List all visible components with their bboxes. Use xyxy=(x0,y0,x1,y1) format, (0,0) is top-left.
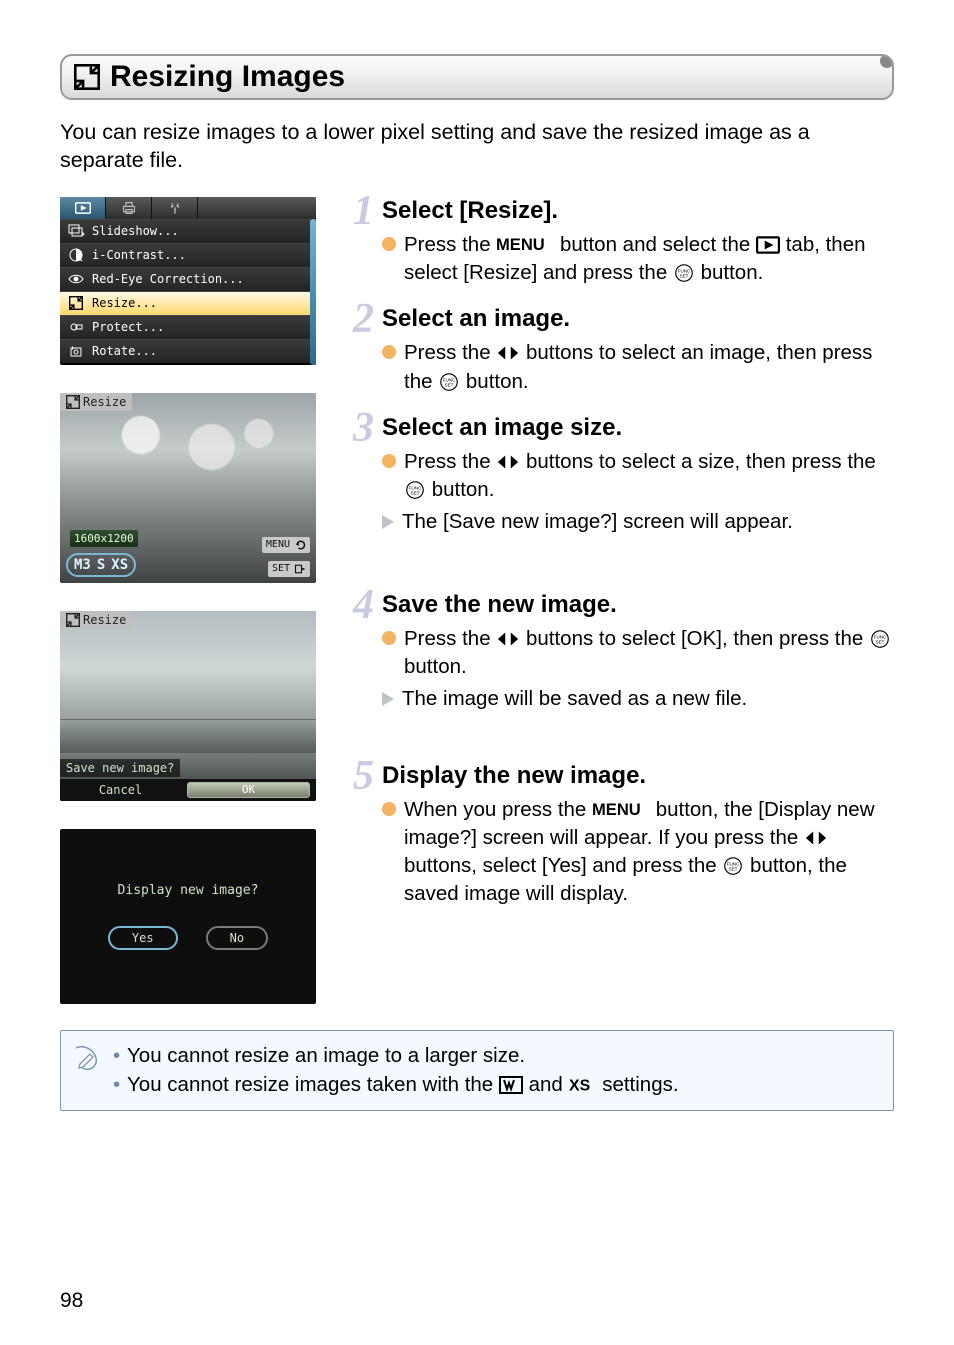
step-3: 3Select an image size.Press the buttons … xyxy=(344,414,894,541)
display-question: Display new image? xyxy=(118,883,259,898)
step-number: 2 xyxy=(344,301,374,396)
result-triangle-icon xyxy=(382,515,394,529)
page-number: 98 xyxy=(60,1289,83,1313)
rotate-icon xyxy=(68,344,84,358)
step-title: Select an image size. xyxy=(382,414,894,442)
decor-dot xyxy=(880,54,894,68)
func-set-icon xyxy=(722,857,744,875)
func-set-icon xyxy=(438,373,460,391)
step-number: 1 xyxy=(344,193,374,288)
tips-box: You cannot resize an image to a larger s… xyxy=(60,1030,894,1111)
menu-item-label: Resize... xyxy=(92,296,157,310)
camera-menu-screenshot: Slideshow... i i-Contrast... Red-Eye Correc… xyxy=(60,197,316,365)
play-tab-glyph xyxy=(756,236,780,254)
step-bullet: The [Save new image?] screen will appear… xyxy=(382,508,894,536)
step-title: Select an image. xyxy=(382,305,894,333)
step-title: Select [Resize]. xyxy=(382,197,894,225)
tools-tab-icon xyxy=(152,197,198,219)
bullet-dot-icon xyxy=(382,631,396,645)
bullet-dot-icon xyxy=(382,345,396,359)
step-number: 3 xyxy=(344,410,374,537)
camera-display-screenshot: Display new image? Yes No xyxy=(60,829,316,1004)
intro-text: You can resize images to a lower pixel s… xyxy=(60,118,894,175)
yes-button-shot: Yes xyxy=(108,926,178,950)
icontrast-icon: i xyxy=(68,248,84,262)
page-title: Resizing Images xyxy=(110,60,345,94)
step-title: Display the new image. xyxy=(382,762,894,790)
redeye-icon xyxy=(68,273,84,285)
menu-item-label: Protect... xyxy=(92,320,164,334)
step-bullet: The image will be saved as a new file. xyxy=(382,685,894,713)
resize-icon xyxy=(68,296,84,310)
camera-save-screenshot: Resize Save new image? Cancel OK xyxy=(60,611,316,801)
print-tab-icon xyxy=(106,197,152,219)
menu-word-icon xyxy=(592,801,650,819)
func-set-icon xyxy=(869,630,891,648)
cancel-label: Cancel xyxy=(60,779,181,801)
menu-item-label: Slideshow... xyxy=(92,224,179,238)
size-options-pill: M3 S XS xyxy=(66,553,136,577)
protect-icon xyxy=(68,320,84,334)
step-number: 5 xyxy=(344,758,374,909)
menu-item-label: Red-Eye Correction... xyxy=(92,272,244,286)
play-tab-icon xyxy=(60,197,106,219)
pencil-icon xyxy=(71,1043,101,1082)
step-title: Save the new image. xyxy=(382,591,894,619)
bullet-dot-icon xyxy=(382,237,396,251)
bullet-dot-icon xyxy=(382,454,396,468)
menu-word-icon xyxy=(496,236,554,254)
step-number: 4 xyxy=(344,587,374,714)
xs-icon xyxy=(569,1076,597,1094)
left-right-icon xyxy=(496,344,520,362)
func-set-icon xyxy=(673,264,695,282)
func-set-icon xyxy=(404,481,426,499)
menu-item: Rotate... xyxy=(60,339,316,363)
tip-item: You cannot resize an image to a larger s… xyxy=(113,1041,879,1071)
step-bullet: Press the button and select the tab, the… xyxy=(382,231,894,288)
left-right-icon xyxy=(496,453,520,471)
resize-icon xyxy=(74,64,100,90)
step-4: 4Save the new image.Press the buttons to… xyxy=(344,591,894,718)
menu-scrollbar xyxy=(310,219,316,365)
result-triangle-icon xyxy=(382,692,394,706)
resize-tag: Resize xyxy=(60,393,132,411)
left-right-icon xyxy=(496,630,520,648)
camera-resize-screenshot: Resize 1600x1200 M3 S XS MENU SET xyxy=(60,393,316,583)
menu-item: Slideshow... xyxy=(60,219,316,243)
svg-text:i: i xyxy=(79,255,83,263)
menu-item-label: Rotate... xyxy=(92,344,157,358)
step-bullet: Press the buttons to select [OK], then p… xyxy=(382,625,894,682)
menu-back-indicator: MENU xyxy=(262,537,310,553)
save-question: Save new image? xyxy=(60,759,180,777)
step-bullet: When you press the button, the [Display … xyxy=(382,796,894,909)
slideshow-icon xyxy=(68,224,84,238)
page-title-bar: Resizing Images xyxy=(60,54,894,100)
step-1: 1Select [Resize].Press the button and se… xyxy=(344,197,894,292)
ok-button-shot: OK xyxy=(187,782,310,798)
left-right-icon xyxy=(804,829,828,847)
step-5: 5Display the new image.When you press th… xyxy=(344,762,894,913)
resolution-label: 1600x1200 xyxy=(70,530,138,547)
step-bullet: Press the buttons to select a size, then… xyxy=(382,448,894,505)
no-button-shot: No xyxy=(206,926,268,950)
resize-tag-2: Resize xyxy=(60,611,132,629)
menu-item: Protect... xyxy=(60,315,316,339)
tip-item: You cannot resize images taken with the … xyxy=(113,1070,879,1100)
menu-item: Red-Eye Correction... xyxy=(60,267,316,291)
menu-item-label: i-Contrast... xyxy=(92,248,186,262)
menu-item: Resize... xyxy=(60,291,316,315)
menu-item: i i-Contrast... xyxy=(60,243,316,267)
step-2: 2Select an image.Press the buttons to se… xyxy=(344,305,894,400)
bullet-dot-icon xyxy=(382,802,396,816)
set-next-indicator: SET xyxy=(268,561,310,577)
step-bullet: Press the buttons to select an image, th… xyxy=(382,339,894,396)
widescreen-icon xyxy=(499,1076,523,1094)
